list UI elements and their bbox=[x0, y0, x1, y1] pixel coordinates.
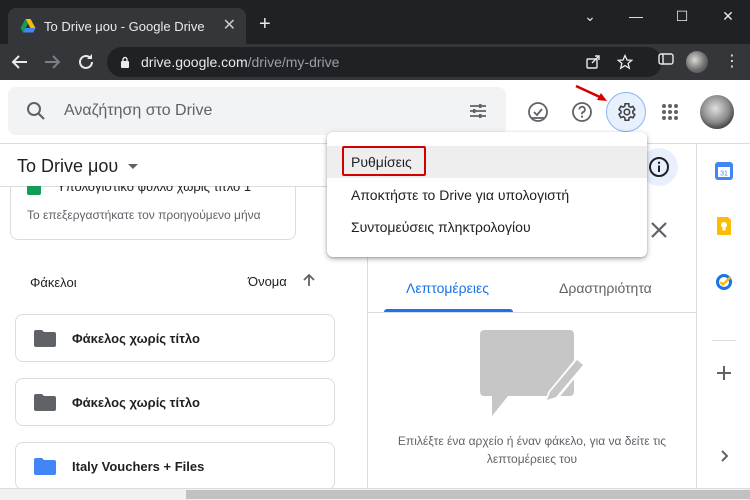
folder-icon bbox=[34, 458, 56, 475]
tasks-icon[interactable] bbox=[714, 272, 734, 292]
google-drive-icon bbox=[20, 19, 36, 33]
address-bar[interactable]: drive.google.com/drive/my-drive bbox=[107, 47, 662, 77]
tab-search-icon[interactable]: ⌄ bbox=[580, 6, 600, 26]
folder-name: Italy Vouchers + Files bbox=[72, 459, 205, 474]
menu-item-keyboard-shortcuts[interactable]: Συντομεύσεις πληκτρολογίου bbox=[327, 211, 647, 243]
folder-icon bbox=[34, 394, 56, 411]
maximize-button[interactable]: ☐ bbox=[672, 6, 692, 26]
svg-text:31: 31 bbox=[720, 171, 728, 178]
recent-file-card[interactable]: Υπολογιστικό φύλλο χωρίς τίτλο 1 Το επεξ… bbox=[10, 186, 296, 240]
scrollbar-thumb[interactable] bbox=[186, 490, 750, 499]
folder-item[interactable]: Φάκελος χωρίς τίτλο bbox=[15, 314, 335, 362]
chevron-right-icon[interactable] bbox=[714, 446, 734, 466]
sort-ascending-icon[interactable] bbox=[301, 272, 317, 288]
my-drive-label: Το Drive μου bbox=[17, 156, 119, 176]
browser-toolbar: drive.google.com/drive/my-drive ⋮ bbox=[0, 44, 750, 80]
search-placeholder: Αναζήτηση στο Drive bbox=[64, 102, 213, 119]
tab-title: Το Drive μου - Google Drive bbox=[44, 18, 205, 34]
divider bbox=[367, 312, 696, 313]
annotation-highlight-box bbox=[342, 146, 426, 176]
close-tab-icon[interactable]: ✕ bbox=[223, 18, 236, 34]
tab-details[interactable]: Λεπτομέρειες bbox=[406, 280, 489, 296]
side-panel-rail bbox=[696, 144, 750, 488]
url-host: drive.google.com bbox=[141, 54, 248, 70]
reload-icon[interactable] bbox=[74, 50, 98, 74]
back-icon[interactable] bbox=[8, 50, 32, 74]
folder-icon bbox=[34, 330, 56, 347]
search-options-icon[interactable] bbox=[468, 101, 488, 121]
divider bbox=[712, 340, 736, 341]
folder-item[interactable]: Italy Vouchers + Files bbox=[15, 442, 335, 490]
search-icon[interactable] bbox=[26, 101, 46, 121]
recent-file-title: Υπολογιστικό φύλλο χωρίς τίτλο 1 bbox=[57, 186, 252, 194]
share-icon[interactable] bbox=[585, 54, 601, 70]
folders-section-title: Φάκελοι bbox=[30, 275, 77, 290]
tab-activity[interactable]: Δραστηριότητα bbox=[559, 280, 652, 296]
my-drive-title[interactable]: Το Drive μου bbox=[17, 156, 139, 177]
empty-details-text: Επιλέξτε ένα αρχείο ή έναν φάκελο, για ν… bbox=[397, 434, 667, 466]
menu-item-label: Συντομεύσεις πληκτρολογίου bbox=[351, 219, 531, 235]
sort-by-name-button[interactable]: Όνομα bbox=[248, 274, 287, 289]
bookmark-star-icon[interactable] bbox=[617, 54, 633, 70]
new-tab-button[interactable]: + bbox=[259, 14, 271, 34]
minimize-button[interactable]: — bbox=[626, 6, 646, 26]
menu-item-label: Αποκτήστε το Drive για υπολογιστή bbox=[351, 187, 570, 203]
folder-name: Φάκελος χωρίς τίτλο bbox=[72, 331, 200, 346]
extensions-icon[interactable] bbox=[658, 51, 674, 67]
browser-menu-icon[interactable]: ⋮ bbox=[724, 52, 740, 72]
close-window-button[interactable]: ✕ bbox=[718, 6, 738, 26]
browser-tab[interactable]: Το Drive μου - Google Drive ✕ bbox=[8, 8, 246, 44]
spreadsheet-icon bbox=[27, 186, 41, 195]
calendar-icon[interactable]: 31 bbox=[714, 161, 734, 181]
add-addon-icon[interactable] bbox=[714, 363, 734, 383]
annotation-arrow-icon bbox=[575, 84, 607, 101]
recent-file-subtitle: Το επεξεργαστήκατε τον προηγούμενο μήνα bbox=[27, 208, 261, 222]
forward-icon[interactable] bbox=[40, 50, 64, 74]
url-path: /drive/my-drive bbox=[247, 54, 340, 70]
lock-icon[interactable] bbox=[119, 56, 131, 68]
account-avatar[interactable] bbox=[700, 95, 734, 129]
menu-item-get-drive-desktop[interactable]: Αποκτήστε το Drive για υπολογιστή bbox=[327, 179, 647, 211]
settings-gear-icon[interactable] bbox=[606, 92, 646, 132]
folder-name: Φάκελος χωρίς τίτλο bbox=[72, 395, 200, 410]
browser-tab-bar: Το Drive μου - Google Drive ✕ + ⌄ — ☐ ✕ bbox=[0, 0, 750, 44]
apps-grid-icon[interactable] bbox=[650, 92, 690, 132]
close-icon[interactable] bbox=[649, 220, 669, 240]
chevron-down-icon bbox=[128, 164, 139, 169]
profile-avatar[interactable] bbox=[686, 51, 708, 73]
keep-icon[interactable] bbox=[714, 216, 734, 236]
empty-details-icon bbox=[480, 330, 585, 416]
offline-ready-icon[interactable] bbox=[518, 92, 558, 132]
folder-item[interactable]: Φάκελος χωρίς τίτλο bbox=[15, 378, 335, 426]
search-input[interactable]: Αναζήτηση στο Drive bbox=[8, 87, 506, 135]
